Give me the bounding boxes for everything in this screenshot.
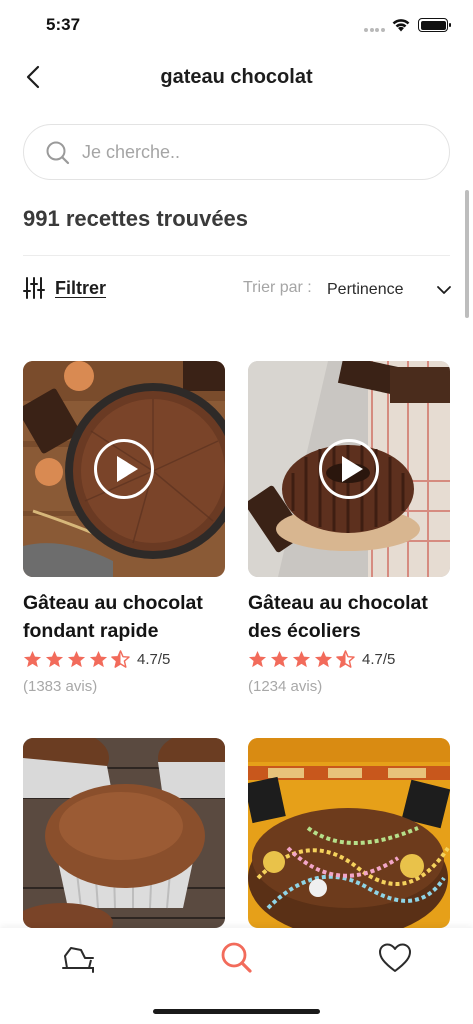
star-icon: [23, 650, 42, 667]
chevron-down-icon: [437, 286, 451, 294]
play-icon[interactable]: [318, 438, 380, 500]
play-icon[interactable]: [93, 438, 155, 500]
rating: 4.7/5: [23, 649, 225, 669]
wifi-icon: [392, 19, 410, 32]
review-count: (1234 avis): [248, 678, 323, 695]
pot-icon: [62, 947, 94, 973]
recipe-card[interactable]: Gâteau au chocolat fondant rapide 4.7/5 …: [23, 361, 225, 695]
recipe-image[interactable]: [23, 738, 225, 928]
star-icon: [45, 650, 64, 667]
divider: [23, 255, 450, 256]
star-icon: [270, 650, 289, 667]
cellular-signal-icon: [364, 28, 386, 32]
recipe-title[interactable]: Gâteau au chocolat fondant rapide: [23, 589, 225, 645]
recipe-photo: [248, 738, 450, 928]
star-half-icon: [336, 649, 355, 668]
filter-label: Filtrer: [55, 277, 107, 298]
search-icon: [221, 942, 252, 973]
recipe-title[interactable]: Gâteau au chocolat des écoliers: [248, 589, 450, 645]
rating-value: 4.7/5: [137, 650, 171, 668]
search-box[interactable]: [23, 124, 450, 180]
star-icon: [89, 650, 108, 667]
nav-header: gateau chocolat: [0, 55, 473, 99]
star-half-icon: [111, 649, 130, 668]
star-icon: [314, 650, 333, 667]
status-bar: 5:37: [0, 0, 473, 50]
star-icon: [67, 650, 86, 667]
scrollbar[interactable]: [465, 190, 469, 318]
rating: 4.7/5: [248, 649, 450, 669]
tab-favorites[interactable]: [375, 940, 415, 976]
star-icon: [248, 650, 267, 667]
recipe-image[interactable]: [248, 738, 450, 928]
rating-value: 4.7/5: [362, 650, 396, 668]
page-title: gateau chocolat: [160, 66, 313, 88]
recipe-photo: [23, 738, 225, 928]
review-count: (1383 avis): [23, 678, 98, 695]
results-count: 991 recettes trouvées: [23, 206, 249, 231]
tab-search[interactable]: [217, 940, 257, 976]
recipe-card[interactable]: [248, 738, 450, 928]
recipe-card[interactable]: Gâteau au chocolat des écoliers 4.7/5 (1…: [248, 361, 450, 695]
battery-icon: [418, 18, 451, 32]
sort-label: Trier par :: [243, 279, 312, 296]
status-time: 5:37: [46, 15, 81, 34]
tab-kitchen[interactable]: [59, 940, 99, 976]
recipe-image[interactable]: [248, 361, 450, 577]
search-input[interactable]: [82, 139, 422, 165]
sort-value: Pertinence: [327, 281, 404, 298]
heart-icon: [379, 943, 411, 972]
sort-select[interactable]: Pertinence: [327, 279, 452, 301]
filter-button[interactable]: Filtrer: [23, 275, 106, 301]
recipe-card[interactable]: [23, 738, 225, 928]
sliders-icon: [23, 277, 45, 299]
tab-bar: [0, 928, 473, 1024]
home-indicator: [153, 1009, 320, 1014]
search-icon: [46, 141, 70, 165]
star-icon: [292, 650, 311, 667]
recipe-image[interactable]: [23, 361, 225, 577]
